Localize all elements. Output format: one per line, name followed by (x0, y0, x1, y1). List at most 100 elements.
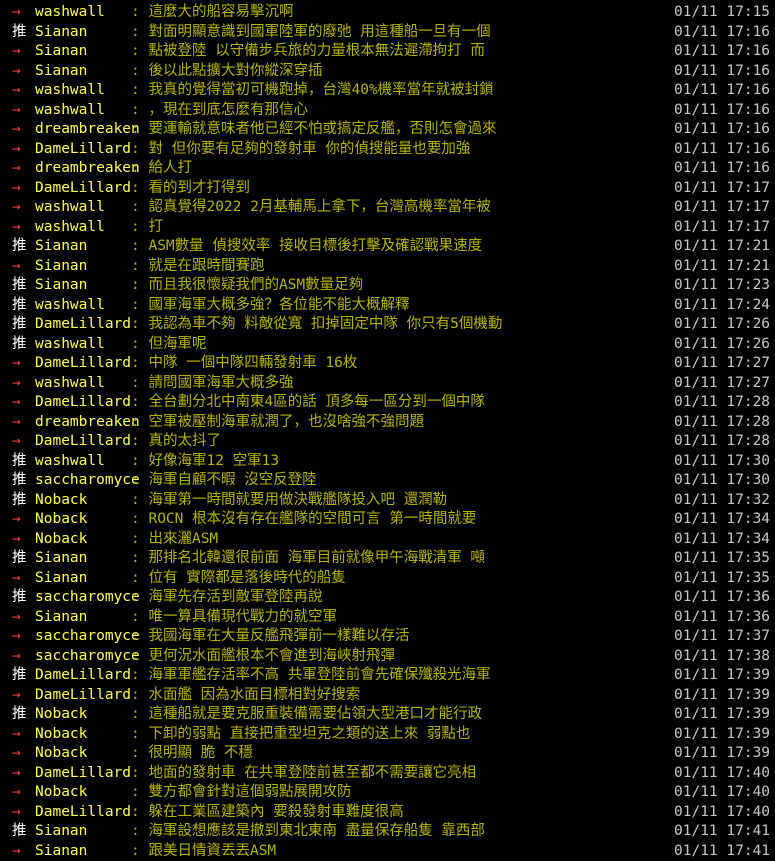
comment-user: Noback (35, 705, 87, 725)
comment-user: Sianan (35, 842, 87, 861)
comment-user: Sianan (35, 42, 87, 62)
comment-row: →dreambreaken: 空軍被壓制海軍就潤了，也沒啥強不強問題01/11 … (0, 413, 775, 433)
comment-text: : 空軍被壓制海軍就潤了，也沒啥強不強問題 (131, 413, 424, 433)
comment-text: : 認真覺得2022 2月基輔馬上拿下，台灣高機率當年被 (131, 198, 491, 218)
arrow-tag: → (12, 354, 34, 374)
arrow-tag: → (12, 530, 34, 550)
comment-text: : 對面明顯意識到國軍陸軍的廢弛 用這種船一旦有一個 (131, 23, 491, 43)
comment-list: →washwall: 這麼大的船容易擊沉啊01/11 17:15推Sianan:… (0, 3, 775, 861)
push-tag: 推 (12, 335, 34, 355)
comment-time: 01/11 17:30 (674, 452, 770, 472)
comment-text: : 要運輸就意味者他已經不怕或搞定反艦，否則怎會過來 (131, 120, 496, 140)
comment-time: 01/11 17:39 (674, 744, 770, 764)
comment-user: Noback (35, 725, 87, 745)
comment-text: : 對 但你要有足夠的發射車 你的偵搜能量也要加強 (131, 140, 470, 160)
comment-row: 推washwall: 好像海軍12 空軍1301/11 17:30 (0, 452, 775, 472)
comment-row: →Noback: 很明顯 脆 不穩01/11 17:39 (0, 744, 775, 764)
push-tag: 推 (12, 296, 34, 316)
comment-time: 01/11 17:34 (674, 530, 770, 550)
comment-user: washwall (35, 335, 105, 355)
comment-row: →DameLillard: 全台劃分北中南東4區的話 頂多每一區分到一個中隊01… (0, 393, 775, 413)
comment-text: : 這種船就是要克服重裝備需要佔領大型港口才能行政 (131, 705, 482, 725)
arrow-tag: → (12, 3, 34, 23)
comment-row: →DameLillard: 躲在工業區建築內 要殺發射車難度很高01/11 17… (0, 803, 775, 823)
comment-time: 01/11 17:21 (674, 257, 770, 277)
comment-user: Sianan (35, 23, 87, 43)
comment-text: : ROCN 根本沒有存在艦隊的空間可言 第一時間就要 (131, 510, 476, 530)
comment-text: : 海軍設想應該是撤到東北東南 盡量保存船隻 靠西部 (131, 822, 485, 842)
comment-text: : 後以此點擴大對你縱深穿插 (131, 62, 322, 82)
comment-text: : 跟美日情資丟丟ASM (131, 842, 276, 861)
comment-text: : 海軍軍艦存活率不高 共軍登陸前會先確保殲殺光海軍 (131, 666, 491, 686)
comment-time: 01/11 17:16 (674, 42, 770, 62)
arrow-tag: → (12, 101, 34, 121)
comment-time: 01/11 17:16 (674, 101, 770, 121)
arrow-tag: → (12, 627, 34, 647)
push-tag: 推 (12, 549, 34, 569)
push-tag: 推 (12, 705, 34, 725)
comment-time: 01/11 17:26 (674, 335, 770, 355)
comment-text: : 水面艦 因為水面目標相對好搜索 (131, 686, 360, 706)
comment-user: saccharomyce (35, 471, 140, 491)
comment-user: washwall (35, 101, 105, 121)
arrow-tag: → (12, 647, 34, 667)
comment-time: 01/11 17:30 (674, 471, 770, 491)
comment-time: 01/11 17:35 (674, 569, 770, 589)
comment-text: : 地面的發射車 在共軍登陸前甚至都不需要讓它亮相 (131, 764, 476, 784)
comment-user: Sianan (35, 62, 87, 82)
comment-user: Sianan (35, 549, 87, 569)
comment-time: 01/11 17:41 (674, 822, 770, 842)
comment-text: : 真的太抖了 (131, 432, 221, 452)
comment-time: 01/11 17:28 (674, 413, 770, 433)
comment-text: : 雙方都會針對這個弱點展開攻防 (131, 783, 351, 803)
comment-row: →dreambreaken: 要運輸就意味者他已經不怕或搞定反艦，否則怎會過來0… (0, 120, 775, 140)
arrow-tag: → (12, 120, 34, 140)
arrow-tag: → (12, 140, 34, 160)
push-tag: 推 (12, 452, 34, 472)
arrow-tag: → (12, 608, 34, 628)
comment-row: →DameLillard: 地面的發射車 在共軍登陸前甚至都不需要讓它亮相01/… (0, 764, 775, 784)
comment-user: DameLillard (35, 764, 131, 784)
comment-text: : ，現在到底怎麼有那信心 (131, 101, 308, 121)
comment-text: : ASM數量 偵搜效率 接收目標後打擊及確認戰果速度 (131, 237, 482, 257)
comment-user: Noback (35, 530, 87, 550)
comment-text: : 出來灑ASM (131, 530, 218, 550)
comment-time: 01/11 17:27 (674, 354, 770, 374)
comment-row: →DameLillard: 中隊 一個中隊四輛發射車 16枚01/11 17:2… (0, 354, 775, 374)
comment-text: : 好像海軍12 空軍13 (131, 452, 279, 472)
comment-user: washwall (35, 81, 105, 101)
comment-text: : 我認為車不夠 料敵從寬 扣掉固定中隊 你只有5個機動 (131, 315, 502, 335)
comment-time: 01/11 17:41 (674, 842, 770, 861)
comment-row: 推Sianan: 那排名北韓還很前面 海軍目前就像甲午海戰清軍 噸01/11 1… (0, 549, 775, 569)
arrow-tag: → (12, 42, 34, 62)
comment-time: 01/11 17:39 (674, 725, 770, 745)
comment-time: 01/11 17:40 (674, 803, 770, 823)
comment-row: →Noback : 出來灑ASM 01/11 17:34 (0, 530, 775, 550)
comment-text: : 海軍第一時間就要用做決戰艦隊投入吧 還潤勒 (131, 491, 447, 511)
comment-user: DameLillard (35, 803, 131, 823)
comment-row: →washwall: 認真覺得2022 2月基輔馬上拿下，台灣高機率當年被01/… (0, 198, 775, 218)
comment-row: →Sianan: 位有 實際都是落後時代的船隻01/11 17:35 (0, 569, 775, 589)
comment-text: : 就是在跟時間賽跑 (131, 257, 264, 277)
comment-text: : 請問國軍海軍大概多強 (131, 374, 293, 394)
arrow-tag: → (12, 569, 34, 589)
comment-row: →Noback: 下卸的弱點 直接把重型坦克之類的送上來 弱點也01/11 17… (0, 725, 775, 745)
comment-user: DameLillard (35, 354, 131, 374)
comment-user: Sianan (35, 608, 87, 628)
push-tag: 推 (12, 23, 34, 43)
arrow-tag: → (12, 218, 34, 238)
comment-row: 推washwall: 但海軍呢01/11 17:26 (0, 335, 775, 355)
comment-time: 01/11 17:36 (674, 588, 770, 608)
comment-user: Sianan (35, 569, 87, 589)
arrow-tag: → (12, 374, 34, 394)
arrow-tag: → (12, 725, 34, 745)
push-tag: 推 (12, 822, 34, 842)
comment-time: 01/11 17:16 (674, 159, 770, 179)
comment-time: 01/11 17:28 (674, 432, 770, 452)
arrow-tag: → (12, 842, 34, 861)
comment-text: : 打 (131, 218, 163, 238)
comment-row: →washwall: 打01/11 17:17 (0, 218, 775, 238)
comment-text: : 唯一算具備現代戰力的就空軍 (131, 608, 337, 628)
comment-text: : 而且我很懷疑我們的ASM數量足夠 (131, 276, 363, 296)
comment-row: →dreambreaken: 給人打01/11 17:16 (0, 159, 775, 179)
